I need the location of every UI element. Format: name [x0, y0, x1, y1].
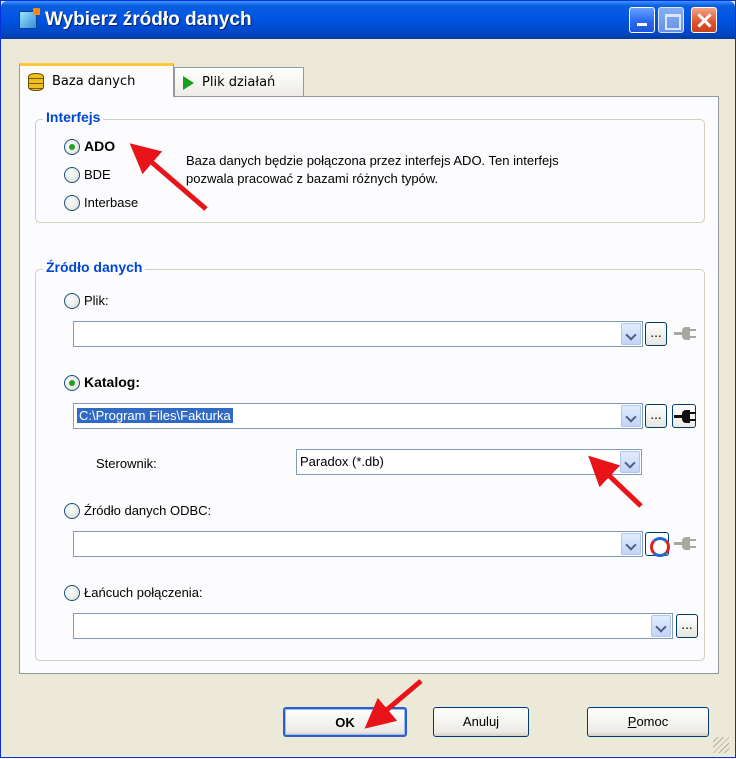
lancuch-browse-button[interactable]: ...	[676, 614, 698, 638]
lancuch-combo[interactable]	[73, 613, 673, 639]
database-icon	[28, 72, 44, 91]
tab-plik-dzialan[interactable]: Plik działań	[174, 67, 304, 97]
radio-lancuch-label[interactable]: Łańcuch połączenia:	[84, 585, 203, 600]
tab-label: Baza danych	[52, 74, 136, 89]
interface-description-2: pozwala pracować z bazami różnych typów.	[186, 171, 439, 186]
radio-katalog[interactable]	[64, 375, 80, 391]
sterownik-label: Sterownik:	[96, 456, 157, 471]
minimize-icon[interactable]	[629, 7, 655, 33]
radio-ado[interactable]	[64, 139, 80, 155]
radio-katalog-label[interactable]: Katalog:	[84, 374, 140, 390]
interface-group-title: Interfejs	[43, 109, 104, 125]
refresh-icon[interactable]	[645, 532, 670, 557]
resize-grip[interactable]	[713, 737, 729, 753]
plug-icon	[674, 327, 696, 341]
tab-label: Plik działań	[202, 75, 276, 90]
title-bar[interactable]: Wybierz źródło danych	[1, 1, 735, 39]
katalog-browse-button[interactable]: ...	[645, 404, 667, 428]
radio-plik[interactable]	[64, 293, 80, 309]
chevron-down-icon[interactable]	[651, 615, 671, 637]
radio-interbase[interactable]	[64, 195, 80, 211]
dialog-window: Wybierz źródło danych Baza danych Plik d…	[0, 0, 736, 758]
close-icon[interactable]	[691, 7, 717, 33]
sterownik-value: Paradox (*.db)	[300, 454, 384, 469]
tab-baza-danych[interactable]: Baza danych	[19, 63, 174, 97]
sterownik-combo[interactable]: Paradox (*.db)	[296, 449, 642, 475]
app-icon	[19, 8, 40, 29]
radio-lancuch[interactable]	[64, 585, 80, 601]
plug-icon	[674, 537, 696, 551]
source-group-title: Źródło danych	[43, 259, 146, 275]
odbc-combo[interactable]	[73, 531, 643, 557]
maximize-icon[interactable]	[658, 7, 684, 33]
radio-bde[interactable]	[64, 167, 80, 183]
window-title: Wybierz źródło danych	[45, 9, 252, 30]
chevron-down-icon[interactable]	[621, 533, 641, 555]
chevron-down-icon[interactable]	[620, 451, 640, 473]
radio-interbase-label[interactable]: Interbase	[84, 195, 138, 210]
chevron-down-icon[interactable]	[621, 323, 641, 345]
radio-bde-label[interactable]: BDE	[84, 167, 111, 182]
radio-plik-label[interactable]: Plik:	[84, 293, 109, 308]
help-button[interactable]: Pomoc	[587, 707, 709, 737]
help-label-rest: omoc	[636, 714, 669, 729]
interface-description-1: Baza danych będzie połączona przez inter…	[186, 153, 559, 168]
radio-odbc-label[interactable]: Źródło danych ODBC:	[84, 503, 211, 518]
play-icon	[183, 75, 194, 90]
tab-panel: Interfejs ADO BDE Interbase Baza danych …	[19, 96, 719, 674]
katalog-value[interactable]: C:\Program Files\Fakturka	[77, 408, 233, 423]
radio-odbc[interactable]	[64, 503, 80, 519]
plik-browse-button[interactable]: ...	[645, 322, 667, 346]
chevron-down-icon[interactable]	[621, 405, 641, 427]
connect-button[interactable]	[672, 404, 696, 428]
radio-ado-label[interactable]: ADO	[84, 138, 115, 154]
katalog-combo[interactable]: C:\Program Files\Fakturka	[73, 403, 643, 429]
ok-button[interactable]: OK	[283, 707, 407, 737]
cancel-button[interactable]: Anuluj	[433, 707, 529, 737]
plik-combo[interactable]	[73, 321, 643, 347]
plug-icon	[674, 410, 696, 424]
